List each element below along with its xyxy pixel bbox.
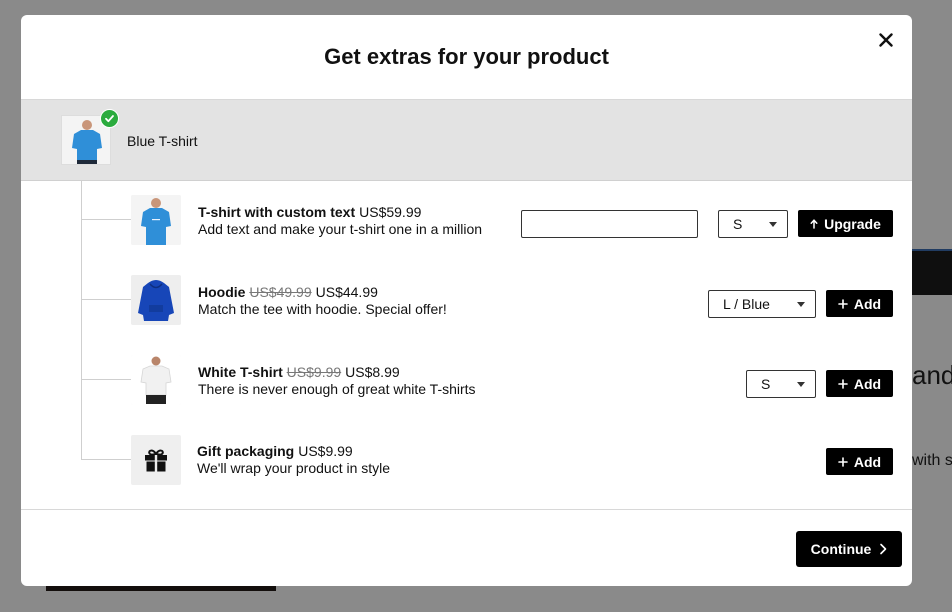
- variant-select[interactable]: L / Blue: [708, 290, 816, 318]
- main-product-name: Blue T-shirt: [127, 133, 198, 149]
- select-value: S: [733, 216, 743, 232]
- extra-price: US$8.99: [345, 364, 400, 380]
- select-value: L / Blue: [723, 296, 770, 312]
- extra-row-hoodie: Hoodie US$49.99 US$44.99 Match the tee wi…: [21, 275, 912, 335]
- gift-icon: [145, 449, 167, 472]
- continue-button-label: Continue: [810, 541, 872, 557]
- extra-row-gift-packaging: Gift packaging US$9.99 We'll wrap your pr…: [21, 435, 912, 495]
- extra-title: Gift packaging: [197, 443, 295, 459]
- close-button[interactable]: [874, 28, 898, 52]
- plus-icon: [838, 456, 848, 467]
- chevron-right-icon: [880, 543, 887, 555]
- extra-image: [131, 195, 181, 245]
- selected-badge: [100, 109, 119, 128]
- extra-description: We'll wrap your product in style: [197, 460, 391, 476]
- modal-title: Get extras for your product: [324, 44, 609, 69]
- extra-old-price: US$9.99: [286, 364, 342, 380]
- extra-text: Gift packaging US$9.99 We'll wrap your pr…: [197, 443, 390, 477]
- extra-description: Add text and make your t-shirt one in a …: [198, 221, 483, 237]
- extra-title: T-shirt with custom text: [198, 204, 356, 220]
- extra-old-price: US$49.99: [249, 284, 312, 300]
- arrow-up-icon: [810, 218, 818, 229]
- extra-text: T-shirt with custom text US$59.99 Add tex…: [198, 204, 482, 238]
- size-select[interactable]: S: [718, 210, 788, 238]
- extra-price: US$9.99: [298, 443, 353, 459]
- extra-image: [131, 435, 181, 485]
- add-button[interactable]: Add: [826, 448, 893, 475]
- extra-text: White T-shirt US$9.99 US$8.99 There is ne…: [198, 364, 476, 398]
- main-product-row: Blue T-shirt: [21, 100, 912, 181]
- continue-button[interactable]: Continue: [796, 531, 902, 567]
- add-button-label: Add: [853, 295, 882, 312]
- extra-description: There is never enough of great white T-s…: [198, 381, 476, 397]
- modal-footer: Continue: [21, 509, 912, 586]
- extra-text: Hoodie US$49.99 US$44.99 Match the tee wi…: [198, 284, 447, 318]
- extra-image: [131, 275, 181, 325]
- extras-modal: Get extras for your product Blue T-shirt: [21, 15, 912, 586]
- extra-image: [131, 355, 181, 405]
- caret-down-icon: [797, 302, 805, 307]
- extra-row-custom-text: T-shirt with custom text US$59.99 Add tex…: [21, 195, 912, 255]
- extra-row-white-tshirt: White T-shirt US$9.99 US$8.99 There is ne…: [21, 355, 912, 415]
- check-icon: [105, 115, 114, 123]
- add-button-label: Add: [853, 453, 882, 470]
- upgrade-button-label: Upgrade: [824, 215, 881, 232]
- plus-icon: [838, 378, 848, 389]
- size-select[interactable]: S: [746, 370, 816, 398]
- extra-title: Hoodie: [198, 284, 246, 300]
- upgrade-button[interactable]: Upgrade: [798, 210, 893, 237]
- close-icon: [879, 33, 893, 47]
- caret-down-icon: [769, 222, 777, 227]
- add-button[interactable]: Add: [826, 290, 893, 317]
- modal-header: Get extras for your product: [21, 15, 912, 100]
- extra-price: US$59.99: [359, 204, 422, 220]
- plus-icon: [838, 298, 848, 309]
- extra-price: US$44.99: [315, 284, 378, 300]
- extra-title: White T-shirt: [198, 364, 283, 380]
- caret-down-icon: [797, 382, 805, 387]
- add-button-label: Add: [853, 375, 882, 392]
- extra-description: Match the tee with hoodie. Special offer…: [198, 301, 447, 317]
- custom-text-input[interactable]: [521, 210, 698, 238]
- add-button[interactable]: Add: [826, 370, 893, 397]
- select-value: S: [761, 376, 771, 392]
